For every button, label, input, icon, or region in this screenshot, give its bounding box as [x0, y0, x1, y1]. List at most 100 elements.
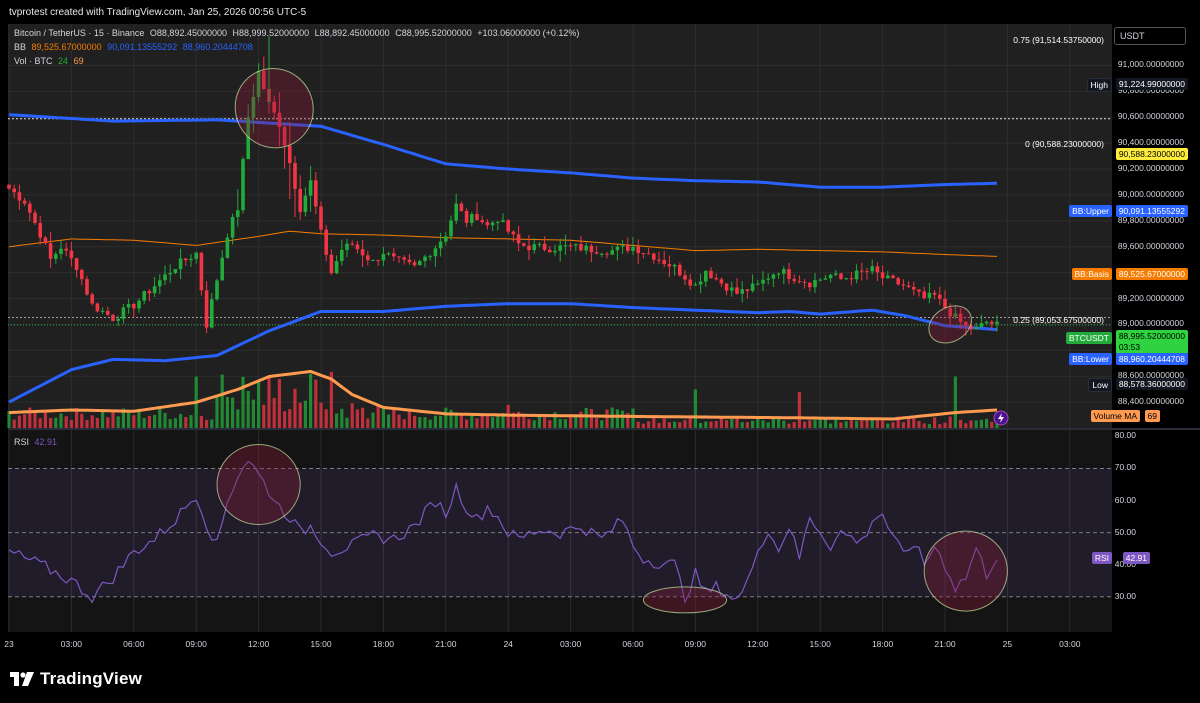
tradingview-logo[interactable]: TradingView — [10, 669, 142, 689]
time-tick-label: 09:00 — [684, 639, 707, 649]
volume-bar-67 — [355, 409, 359, 428]
high-tag: High — [1086, 78, 1112, 92]
volume-bar-52 — [277, 379, 281, 428]
volume-bar-149 — [782, 420, 786, 428]
volume-legend[interactable]: Vol · BTC 24 69 — [14, 56, 87, 66]
candle-body-35 — [189, 258, 193, 261]
candle-body-80 — [423, 256, 427, 261]
volume-bar-57 — [303, 400, 307, 428]
candle-body-157 — [823, 278, 828, 280]
currency-button[interactable]: USDT — [1114, 27, 1186, 45]
rsi-tick-label: 60.00 — [1114, 494, 1136, 505]
footer — [0, 656, 1200, 703]
rsi-tick-label: 70.00 — [1114, 462, 1136, 473]
candle-body-171 — [896, 278, 900, 285]
candle-body-43 — [230, 216, 235, 238]
time-tick-label: 12:00 — [747, 639, 769, 649]
candle-body-134 — [704, 270, 708, 282]
volume-bar-140 — [735, 418, 739, 428]
price-chart[interactable] — [0, 0, 1200, 703]
fib-0-label: 0 (90,588.23000000) — [1025, 139, 1104, 149]
rsi-value: 42.91 — [34, 437, 58, 447]
candle-body-26 — [142, 291, 146, 301]
price-tick-label: 90,600.00000000 — [1117, 111, 1184, 122]
price-tick-label: 89,200.00000000 — [1117, 292, 1184, 303]
volume-bar-181 — [948, 416, 952, 428]
volume-bar-117 — [615, 409, 619, 428]
candle-body-19 — [106, 310, 110, 315]
candle-body-22 — [121, 307, 126, 319]
ohlc-change: +103.06000000 (+0.12%) — [477, 28, 580, 38]
candle-body-148 — [776, 273, 781, 275]
volume-bar-166 — [870, 419, 874, 428]
volume-bar-44 — [236, 409, 240, 428]
time-tick-label: 25 — [1002, 639, 1013, 649]
candle-body-150 — [787, 269, 791, 279]
candle-body-95 — [501, 220, 505, 222]
candle-body-174 — [912, 286, 916, 290]
candle-body-101 — [532, 244, 536, 251]
candle-body-114 — [600, 253, 604, 255]
candle-body-172 — [901, 284, 906, 286]
candle-body-112 — [589, 245, 594, 253]
volume-bar-37 — [199, 416, 203, 428]
rsi-axis-value: 42.91 — [1122, 552, 1150, 564]
volume-bar-28 — [153, 414, 157, 428]
candle-body-119 — [626, 245, 630, 251]
candle-body-83 — [438, 241, 443, 249]
candle-body-111 — [584, 245, 588, 251]
bb-label: BB — [14, 42, 27, 52]
volume-bar-24 — [132, 415, 136, 428]
candle-body-93 — [490, 222, 495, 226]
candle-body-163 — [854, 270, 859, 280]
candle-body-55 — [293, 163, 297, 189]
candle-body-63 — [334, 260, 339, 274]
candle-body-180 — [943, 298, 947, 309]
bb-upper-axis-value: 90,091.13555292 — [1115, 205, 1188, 217]
candle-body-190 — [995, 321, 999, 324]
volume-bar-25 — [137, 409, 141, 428]
candle-body-125 — [657, 259, 661, 261]
candle-body-6 — [38, 222, 42, 238]
candle-body-15 — [85, 279, 89, 295]
ohlc-close: C88,995.52000000 — [395, 28, 472, 38]
volume-bar-126 — [662, 418, 666, 428]
volume-bar-41 — [220, 374, 224, 428]
volume-bar-133 — [699, 423, 703, 428]
candle-body-60 — [319, 206, 323, 230]
candle-body-116 — [610, 250, 614, 255]
vol-ma-value: 69 — [73, 56, 84, 66]
candle-body-68 — [360, 249, 365, 256]
candle-body-169 — [886, 275, 890, 279]
candle-body-188 — [984, 321, 989, 324]
volume-bar-18 — [101, 411, 105, 428]
volume-bar-48 — [257, 382, 261, 428]
candle-body-165 — [865, 271, 869, 273]
candle-40 — [215, 278, 219, 301]
rsi-legend[interactable]: RSI 42.91 — [14, 437, 60, 447]
volume-bar-69 — [366, 418, 370, 428]
volume-bar-112 — [589, 409, 593, 428]
candle-body-54 — [288, 145, 292, 164]
rsi-tag: RSI — [1091, 552, 1112, 564]
volume-bar-111 — [584, 407, 588, 428]
candle-body-176 — [922, 291, 926, 299]
candle-body-16 — [90, 294, 94, 304]
volume-bar-137 — [719, 417, 723, 428]
candle-body-34 — [184, 258, 188, 261]
volume-bar-115 — [605, 409, 609, 428]
candle-body-132 — [693, 284, 698, 286]
volume-bar-148 — [777, 418, 781, 428]
bb-lower-value: 88,960.20444708 — [182, 42, 253, 52]
bb-legend[interactable]: BB 89,525.67000000 90,091.13555292 88,96… — [14, 42, 256, 52]
volume-bar-90 — [475, 418, 479, 428]
volume-bar-59 — [314, 379, 318, 428]
volume-bar-17 — [95, 417, 99, 428]
low-tag: Low — [1088, 378, 1112, 392]
volume-bar-184 — [964, 423, 968, 428]
candle-body-122 — [641, 253, 646, 255]
fib-0-value: 90,588.23000000 — [1115, 148, 1188, 160]
candle-body-78 — [412, 262, 417, 266]
volume-bar-150 — [787, 423, 791, 428]
tradingview-logo-icon — [10, 672, 34, 686]
